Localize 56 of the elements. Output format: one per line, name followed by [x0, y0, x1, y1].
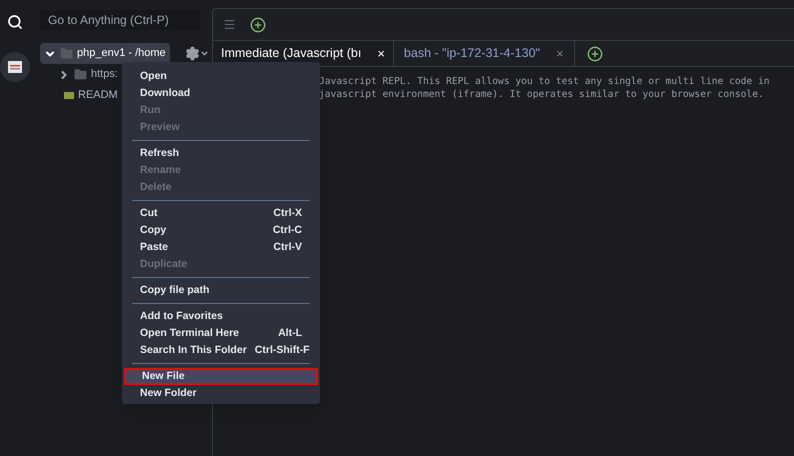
search-icon[interactable]	[7, 14, 23, 30]
menu-item[interactable]: Search In This Folder Ctrl-Shift-F	[124, 342, 318, 359]
menu-item-label: Add to Favorites	[140, 308, 223, 324]
caret-icon	[200, 48, 209, 58]
menu-item-label: Open	[140, 68, 167, 84]
shortcut-label: Ctrl-X	[273, 206, 302, 221]
menu-item[interactable]: Paste Ctrl-V	[124, 239, 318, 256]
menu-item-label: Cut	[140, 206, 158, 221]
console-text: javascript environment (iframe). It operates similar to your browser console.	[319, 88, 765, 101]
tab-label: Immediate (Javascript (bı	[221, 45, 362, 62]
tab[interactable]: bash - "ip-172-31-4-130" ×	[394, 41, 575, 66]
menu-item-label: Paste	[140, 240, 168, 255]
search-field[interactable]: Go to Anything (Ctrl-P)	[40, 10, 200, 30]
tree-label: READM	[78, 88, 118, 104]
tree-item[interactable]: READM	[54, 85, 122, 106]
tree-item[interactable]: php_env1 - /home	[40, 43, 170, 64]
add-icon[interactable]	[250, 16, 266, 32]
menu-item[interactable]: Copy file path	[124, 282, 318, 299]
menu-item-label: New File	[142, 368, 185, 384]
gear-icon	[185, 46, 200, 60]
shortcut-label: Ctrl-Shift-F	[254, 342, 310, 358]
menu-item-label: Run	[140, 102, 160, 118]
shortcut-label: Alt-L	[278, 326, 302, 341]
menu-item-label: Copy file path	[140, 282, 210, 298]
shortcut-label: Ctrl-V	[273, 240, 302, 255]
menu-item[interactable]: New File	[124, 368, 318, 385]
menu-item-label: Rename	[140, 162, 181, 178]
menu-item[interactable]: Copy Ctrl-C	[124, 222, 318, 239]
menu-item-label: Duplicate	[140, 256, 188, 272]
menu-item-label: Refresh	[140, 146, 180, 161]
menu-item[interactable]: Open	[124, 68, 318, 85]
shortcut-label: Ctrl-C	[272, 222, 302, 238]
menu-item[interactable]: New Folder	[124, 385, 318, 402]
add-tab-icon[interactable]	[586, 46, 603, 62]
file-icon	[64, 92, 74, 99]
tab-label: bash - "ip-172-31-4-130"	[404, 45, 540, 62]
files-button[interactable]	[0, 52, 30, 82]
menu-item-label: Copy	[140, 222, 166, 238]
menu-item[interactable]: Refresh	[124, 145, 318, 162]
menu-item-label: Open Terminal Here	[140, 326, 240, 341]
close-icon[interactable]: ×	[377, 44, 385, 64]
menu-item-label: Preview	[140, 120, 180, 135]
menu-item[interactable]: Download	[124, 85, 318, 102]
menu-item[interactable]: Cut Ctrl-X	[124, 205, 318, 222]
menu-item-label: New Folder	[140, 386, 197, 401]
menu-item[interactable]: Open Terminal Here Alt-L	[124, 325, 318, 342]
menu-item-label: Delete	[140, 180, 172, 195]
menu-item[interactable]: Add to Favorites	[124, 308, 318, 325]
tree-label: php_env1 - /home	[77, 46, 166, 62]
console-text: Javascript REPL. This REPL allows you to test any single or multi line code in	[319, 75, 771, 88]
menu-icon[interactable]	[223, 18, 236, 31]
tree-item[interactable]: https:	[54, 64, 122, 85]
menu-item-label: Download	[140, 86, 190, 101]
tree-label: https:	[91, 67, 118, 82]
menu-item-label: Search In This Folder	[140, 342, 247, 358]
close-icon[interactable]: ×	[556, 44, 564, 64]
